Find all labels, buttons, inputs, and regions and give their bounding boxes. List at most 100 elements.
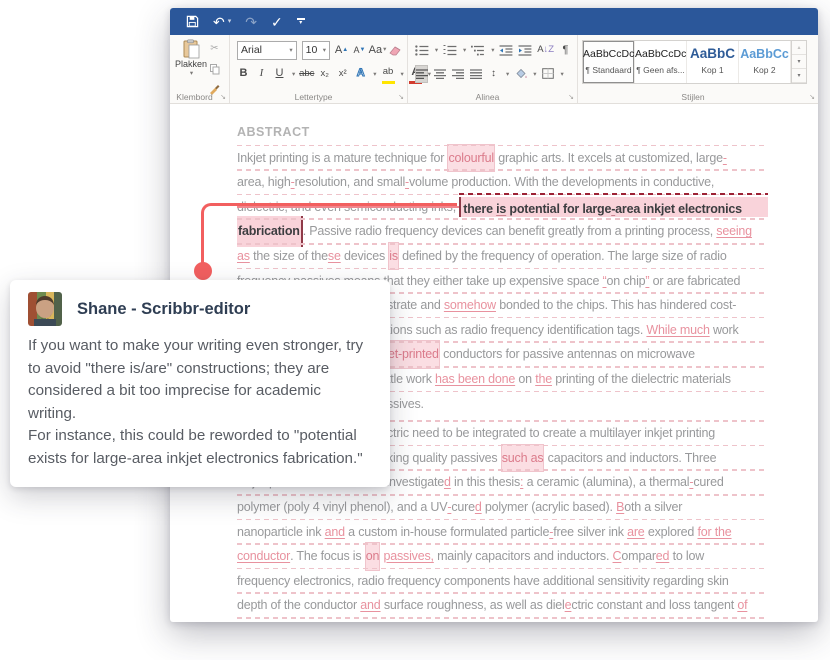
styles-gallery: AaBbCcDc ¶ Standaard AaBbCcDc ¶ Geen afs...… (582, 40, 792, 84)
cut-button[interactable]: ✂ (208, 40, 221, 58)
align-left-button[interactable] (415, 64, 428, 83)
titlebar: ↶ ▾ ↷ ✓ ▾ (170, 8, 818, 35)
scroll-up-icon[interactable]: ▴ (792, 41, 806, 55)
text-segment: work (709, 322, 739, 337)
check-button[interactable]: ✓ (271, 15, 283, 29)
style-item[interactable]: AaBbCc Kop 2 (739, 41, 791, 83)
text-segment: of (556, 618, 566, 622)
redo-button[interactable]: ↷ (245, 15, 257, 29)
underline-icon: U (275, 67, 284, 79)
chevron-down-icon: ▾ (491, 47, 495, 54)
grow-font-button[interactable]: A ▲ (335, 41, 348, 59)
line-spacing-button[interactable]: ↕ (487, 65, 500, 83)
style-item[interactable]: AaBbCcDc ¶ Standaard (583, 41, 635, 83)
grow-font-icon: A (334, 43, 343, 56)
font-size-value: 10 (305, 44, 318, 56)
group-label-paragraph: Alinea (475, 92, 500, 102)
group-label-clipboard: Klembord (176, 92, 213, 102)
text-highlight-button[interactable]: ab (381, 63, 395, 84)
text-segment: strate and (387, 298, 444, 313)
font-size-select[interactable]: 10 ▾ (301, 40, 330, 60)
comment-anchor-dot[interactable] (193, 262, 212, 280)
subscript-button[interactable]: x₂ (318, 65, 331, 83)
text-segment: ssives. (387, 396, 424, 411)
highlight-icon: ab (382, 66, 394, 78)
align-right-button[interactable] (451, 65, 464, 83)
text-effects-button[interactable]: A (354, 65, 367, 83)
multilevel-list-button[interactable] (471, 41, 485, 59)
text-segment: polymer (poly 4 vinyl phenol), and a UV (237, 499, 448, 514)
undo-button[interactable]: ↶ ▾ (213, 15, 231, 29)
check-icon: ✓ (270, 13, 283, 30)
superscript-button[interactable]: x² (336, 65, 349, 83)
comment-connector-line (201, 203, 457, 274)
text-segment: there (463, 201, 497, 216)
style-item[interactable]: AaBbC Kop 1 (687, 41, 739, 83)
text-effects-icon: A (356, 67, 365, 79)
shading-button[interactable] (514, 65, 527, 83)
text-segment: potential for large (506, 201, 612, 216)
borders-button[interactable] (542, 65, 555, 83)
text-segment: volume production. With the developments… (409, 175, 715, 190)
bullet-list-button[interactable] (415, 41, 429, 59)
shrink-font-button[interactable]: A ▼ (353, 41, 366, 59)
styles-scrollbar[interactable]: ▴ ▾ ▾ (792, 40, 807, 84)
text-segment: somehow (443, 298, 496, 313)
increase-indent-button[interactable] (518, 41, 532, 59)
styles-more-icon[interactable]: ▾ (792, 69, 806, 83)
doc-line: the dielectric. These concerns are inves… (237, 616, 768, 622)
show-paragraph-marks-button[interactable]: ¶ (559, 41, 572, 59)
text-segment: bonded to the chips. This has hindered c… (495, 298, 737, 313)
clear-formatting-button[interactable] (389, 41, 402, 59)
italic-button[interactable]: I (255, 65, 268, 83)
numbered-list-button[interactable] (443, 41, 457, 59)
copy-button[interactable] (208, 60, 221, 78)
change-case-button[interactable]: Aa ▾ (369, 41, 387, 59)
bullet-list-icon (415, 44, 429, 56)
sort-button[interactable]: A ↓ Z (537, 41, 554, 59)
text-segment: - (722, 150, 727, 165)
text-segment: and (360, 598, 381, 613)
up-caret-icon: ▲ (342, 47, 349, 53)
text-segment: is (496, 201, 507, 216)
text-segment: in this thesis (450, 475, 521, 490)
customize-toolbar-button[interactable]: ▾ (296, 18, 305, 26)
decrease-indent-button[interactable] (499, 41, 513, 59)
chevron-down-icon: ▾ (400, 70, 404, 78)
text-segment: such as (500, 443, 545, 473)
dialog-launcher-icon[interactable]: ↘ (398, 93, 404, 101)
text-segment: depth of the conductor (237, 598, 361, 613)
dialog-launcher-icon[interactable]: ↘ (809, 93, 815, 101)
borders-icon (542, 68, 554, 79)
text-segment: are (627, 524, 645, 539)
font-name-select[interactable]: Arial ▾ (237, 40, 297, 60)
dialog-launcher-icon[interactable]: ↘ (220, 93, 226, 101)
justify-icon (469, 68, 482, 79)
text-segment: on chip (606, 273, 646, 288)
strikethrough-button[interactable]: abc (299, 65, 314, 83)
text-segment: the dielectric. (237, 618, 311, 622)
doc-line: Inkjet printing is a mature technique fo… (237, 143, 768, 173)
style-preview: AaBbCc (740, 47, 789, 61)
text-segment: conductor (237, 549, 291, 564)
dialog-launcher-icon[interactable]: ↘ (568, 93, 574, 101)
underline-button[interactable]: U (273, 65, 286, 83)
text-segment: area inkjet electronics (615, 201, 742, 216)
justify-button[interactable] (469, 65, 482, 83)
chevron-down-icon: ▾ (560, 70, 564, 78)
save-button[interactable] (186, 15, 199, 28)
align-center-button[interactable] (433, 65, 446, 83)
bold-button[interactable]: B (237, 65, 250, 83)
doc-line: frequency electronics, radio frequency c… (237, 567, 768, 594)
group-paragraph: ▾ ▾ ▾ A ↓ Z ¶ ↕ ▾ ▾ ▾ Alinea ↘ (408, 35, 578, 103)
sort-z: Z (548, 44, 555, 56)
highlighted-comment-range[interactable]: there is potential for large-area inkjet… (459, 192, 768, 218)
scroll-down-icon[interactable]: ▾ (792, 55, 806, 69)
style-item[interactable]: AaBbCcDc ¶ Geen afs... (635, 41, 687, 83)
chevron-down-icon: ▾ (227, 18, 232, 25)
text-segment: concerns are investigated with the aim (345, 618, 557, 622)
text-segment: mainly capacitors and inductors. (433, 549, 613, 564)
paste-button[interactable]: Plakken ▾ (174, 38, 208, 98)
style-label: ¶ Standaard (585, 65, 632, 75)
text-segment: Inkjet printing is a mature technique fo… (237, 150, 448, 165)
